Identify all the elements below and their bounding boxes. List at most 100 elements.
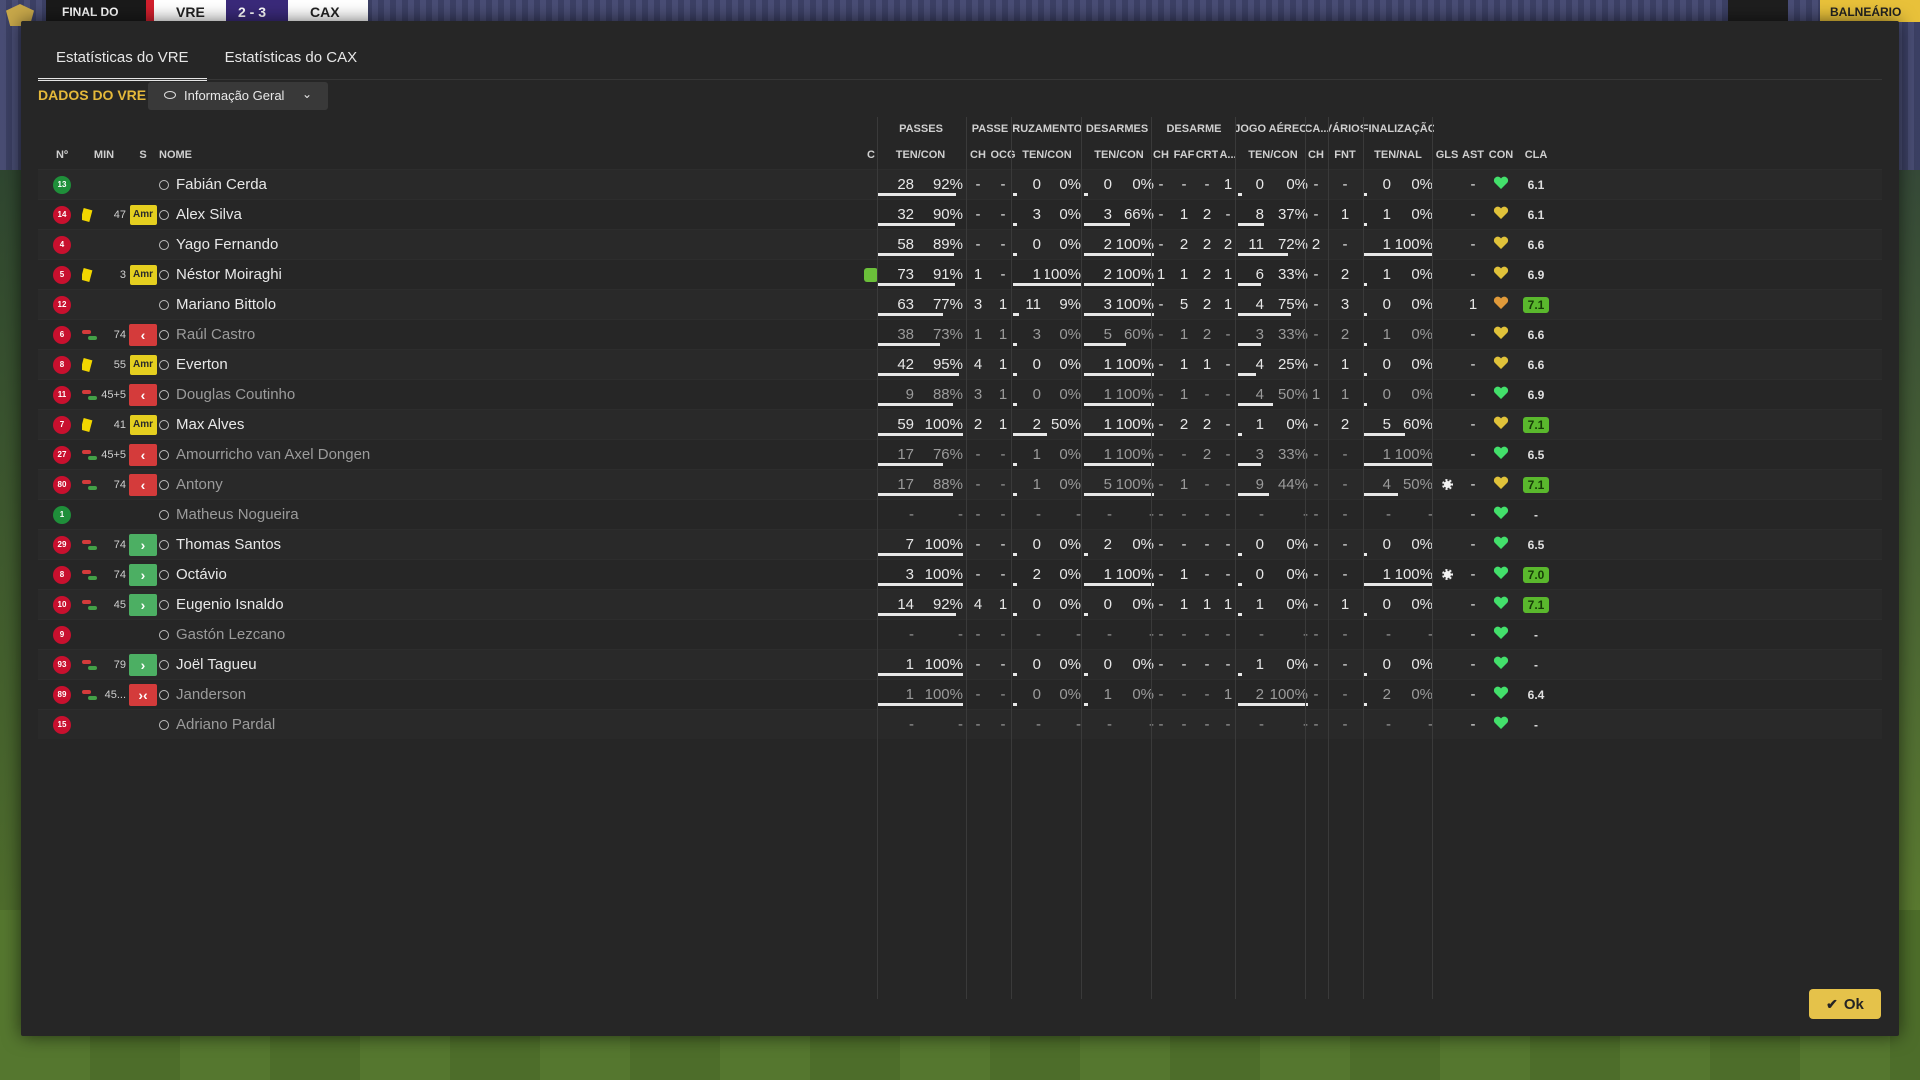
table-row[interactable]: 12 Mariano Bittolo 63 77% 3 1 11 9% 3 100% -5 2 1 4 75… <box>38 289 1882 319</box>
table-row[interactable]: 80 74 ‹ Antony 17 88% - -1 0% 5 100% -1- -9 44% - -4 50%… <box>38 469 1882 499</box>
column-header-aereo[interactable]: TEN/CON <box>1238 141 1308 169</box>
table-row[interactable]: 7 41 Amr Max Alves 59 100% 2 1 2 50% 1 100% -2 2-1 0% -… <box>38 409 1882 439</box>
player-name[interactable]: Amourricho van Axel Dongen <box>176 446 370 463</box>
player-name-cell[interactable]: Alex Silva <box>159 200 459 229</box>
tackles-bar <box>1084 223 1131 226</box>
table-row[interactable]: 93 79 › Joël Tagueu 1 100% - -0 0% 0 0% - - - -1 0% - -0 0… <box>38 649 1882 679</box>
table-row[interactable]: 6 74 ‹ Raúl Castro 38 73% 1 1 3 0% 5 60% -1 2-3 33% -2 1… <box>38 319 1882 349</box>
balneario-button[interactable]: BALNEÁRIO <box>1820 0 1920 22</box>
table-row[interactable]: 5 3 Amr Néstor Moiraghi 73 91% 1-1 100% 2 100% 1 1 2… <box>38 259 1882 289</box>
shirt-number-cell: 5 <box>46 260 78 289</box>
player-name[interactable]: Adriano Pardal <box>176 716 275 733</box>
player-name-cell[interactable]: Douglas Coutinho <box>159 380 459 409</box>
player-name[interactable]: Eugenio Isnaldo <box>176 596 284 613</box>
player-name[interactable]: Néstor Moiraghi <box>176 266 282 283</box>
column-header-des-crt[interactable]: CRT <box>1196 141 1218 169</box>
player-name[interactable]: Joël Tagueu <box>176 656 257 673</box>
player-name[interactable]: Alex Silva <box>176 206 242 223</box>
column-header-cla[interactable]: CLA <box>1517 141 1555 169</box>
player-name-cell[interactable]: Octávio <box>159 560 459 589</box>
shots-bar <box>1363 463 1433 466</box>
table-row[interactable]: 8 74 › Octávio 3 100% - -2 0% 1 100% -1- -0 0% - -1 100%… <box>38 559 1882 589</box>
table-row[interactable]: 4 Yago Fernando 58 89% - -0 0% 2 100% -2 2 2 11 72% 2-… <box>38 229 1882 259</box>
column-header-des-faf[interactable]: FAF <box>1173 141 1195 169</box>
column-header-con[interactable]: CON <box>1487 141 1515 169</box>
player-name-cell[interactable]: Gastón Lezcano <box>159 620 459 649</box>
ok-button[interactable]: ✔ Ok <box>1809 989 1881 1019</box>
table-row[interactable]: 9Gastón Lezcano-------------------- <box>38 619 1882 649</box>
player-name-cell[interactable]: Everton <box>159 350 459 379</box>
player-name-cell[interactable]: Eugenio Isnaldo <box>159 590 459 619</box>
table-row[interactable]: 11 45+5 ‹ Douglas Coutinho 9 88% 3 1 0 0% 1 100% -1-… <box>38 379 1882 409</box>
table-row[interactable]: 89 45... ›‹ Janderson 1 100% - -0 0% 1 0% - - -1 2 100%… <box>38 679 1882 709</box>
column-header-ast[interactable]: AST <box>1459 141 1487 169</box>
table-row[interactable]: 8 55 Amr Everton 42 95% 4 1 0 0% 1 100% -1 1-4 25% -1 0 0… <box>38 349 1882 379</box>
column-header-passes[interactable]: TEN/CON <box>878 141 963 169</box>
column-header-fnt[interactable]: FNT <box>1333 141 1357 169</box>
player-name-cell[interactable]: Fabián Cerda <box>159 170 459 199</box>
player-name[interactable]: Gastón Lezcano <box>176 626 285 643</box>
player-name-cell[interactable]: Joël Tagueu <box>159 650 459 679</box>
table-row[interactable]: 10 45 › Eugenio Isnaldo 14 92% 4 1 0 0% 0 0% -1 1 1 1 0%… <box>38 589 1882 619</box>
tab-away-stats[interactable]: Estatísticas do CAX <box>207 49 376 81</box>
player-name[interactable]: Janderson <box>176 686 246 703</box>
shots-attempts: 1 <box>1382 266 1391 283</box>
tab-bar: Estatísticas do VRE Estatísticas do CAX <box>38 49 375 81</box>
passes-percent: - <box>958 716 963 733</box>
passes-attempts: - <box>909 506 914 523</box>
topbar-controls[interactable] <box>1728 0 1788 22</box>
player-name[interactable]: Max Alves <box>176 416 244 433</box>
column-header-no[interactable]: Nº <box>46 141 78 169</box>
player-name-cell[interactable]: Mariano Bittolo <box>159 290 459 319</box>
column-header-ca-ch[interactable]: CH <box>1306 141 1326 169</box>
column-header-s[interactable]: S <box>128 141 158 169</box>
player-name[interactable]: Thomas Santos <box>176 536 281 553</box>
column-header-des-ch[interactable]: CH <box>1150 141 1172 169</box>
player-name-cell[interactable]: Néstor Moiraghi <box>159 260 459 289</box>
player-icon <box>159 329 169 340</box>
table-row[interactable]: 29 74 › Thomas Santos 7 100% - -0 0% 2 0% - - - -0 0% - -… <box>38 529 1882 559</box>
table-row[interactable]: 13 Fabián Cerda 28 92% - -0 0% 0 0% - - -1 0 0% - -0 0% -… <box>38 169 1882 199</box>
column-header-cruz[interactable]: TEN/CON <box>1013 141 1081 169</box>
tackles-bar <box>1084 313 1154 316</box>
ca-ch: - <box>1313 686 1319 703</box>
player-name[interactable]: Octávio <box>176 566 227 583</box>
player-name[interactable]: Antony <box>176 476 223 493</box>
table-row[interactable]: 15Adriano Pardal-------------------- <box>38 709 1882 739</box>
player-name[interactable]: Matheus Nogueira <box>176 506 299 523</box>
view-dropdown[interactable]: Informação Geral ⌄ <box>148 82 328 110</box>
column-header-gls[interactable]: GLS <box>1435 141 1459 169</box>
player-name-cell[interactable]: Janderson <box>159 680 459 709</box>
column-header-final[interactable]: TEN/NAL <box>1363 141 1433 169</box>
minute-cell: 74 <box>82 560 126 589</box>
tab-home-stats[interactable]: Estatísticas do VRE <box>38 49 207 81</box>
shots-attempts: 0 <box>1382 656 1391 673</box>
column-header-desarmes[interactable]: TEN/CON <box>1084 141 1154 169</box>
player-name-cell[interactable]: Yago Fernando <box>159 230 459 259</box>
table-row[interactable]: 14 47 Amr Alex Silva 32 90% - -3 0% 3 66% -1 2-8 37% -… <box>38 199 1882 229</box>
player-name[interactable]: Yago Fernando <box>176 236 278 253</box>
table-row[interactable]: 27 45+5 ‹ Amourricho van Axel Dongen 17 76% - -… <box>38 439 1882 469</box>
ca-ch: - <box>1313 296 1319 313</box>
fouls: - <box>1181 686 1187 703</box>
column-header-nome[interactable]: NOME <box>159 141 459 169</box>
column-header-passe-ch[interactable]: CH <box>968 141 988 169</box>
player-name[interactable]: Douglas Coutinho <box>176 386 295 403</box>
player-name[interactable]: Fabián Cerda <box>176 176 267 193</box>
substitution-icon <box>82 479 98 490</box>
table-row[interactable]: 1Matheus Nogueira-------------------- <box>38 499 1882 529</box>
player-name-cell[interactable]: Matheus Nogueira <box>159 500 459 529</box>
player-name[interactable]: Everton <box>176 356 228 373</box>
player-name-cell[interactable]: Thomas Santos <box>159 530 459 559</box>
player-name-cell[interactable]: Raúl Castro <box>159 320 459 349</box>
fouls: - <box>1181 446 1187 463</box>
player-name-cell[interactable]: Adriano Pardal <box>159 710 459 739</box>
player-name-cell[interactable]: Amourricho van Axel Dongen <box>159 440 459 469</box>
crosses-percent: 0% <box>1059 176 1081 193</box>
column-header-min[interactable]: MIN <box>82 141 126 169</box>
player-name[interactable]: Raúl Castro <box>176 326 255 343</box>
player-name-cell[interactable]: Antony <box>159 470 459 499</box>
player-name-cell[interactable]: Max Alves <box>159 410 459 439</box>
crosses-percent: 0% <box>1059 326 1081 343</box>
player-name[interactable]: Mariano Bittolo <box>176 296 276 313</box>
